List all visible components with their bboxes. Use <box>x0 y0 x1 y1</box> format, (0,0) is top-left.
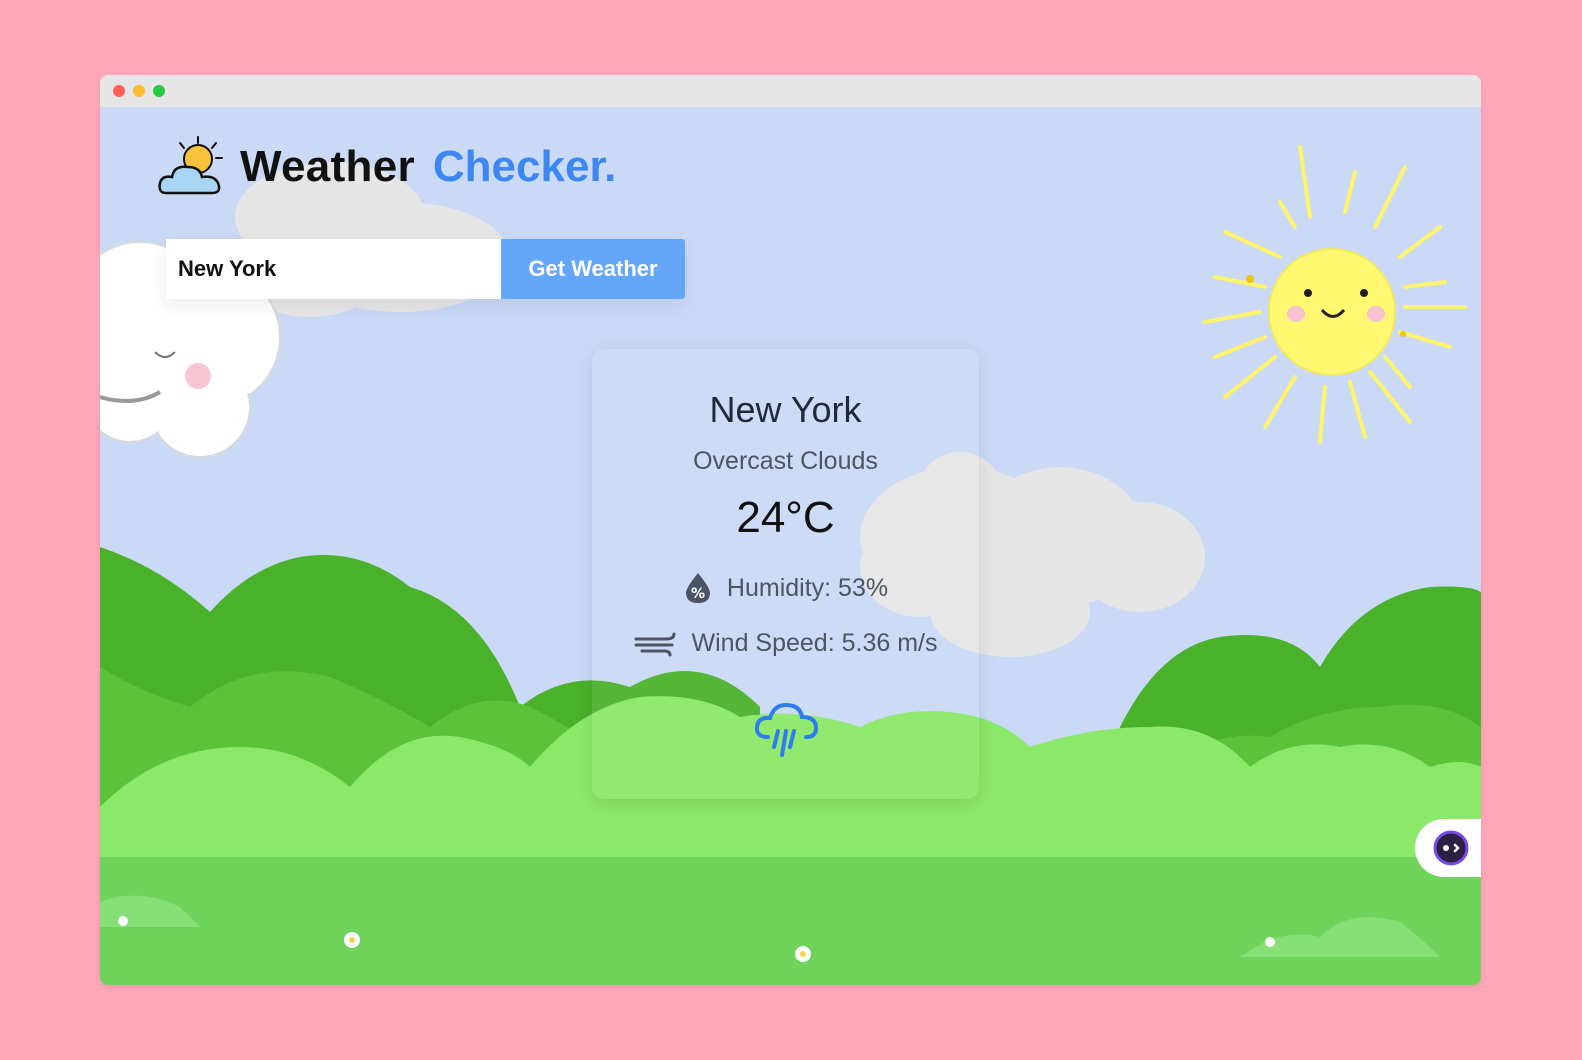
assistant-face-icon <box>1433 830 1469 866</box>
humidity-row: % Humidity: 53% <box>592 571 979 605</box>
app-title: Weather <box>240 142 415 191</box>
wind-row: Wind Speed: 5.36 m/s <box>592 629 979 658</box>
get-weather-button[interactable]: Get Weather <box>501 239 685 299</box>
humidity-text: Humidity: 53% <box>726 573 889 602</box>
minimize-window-button[interactable] <box>133 85 145 97</box>
browser-window: Weather Checker. Get Weather New York Ov… <box>100 75 1481 985</box>
close-window-button[interactable] <box>113 85 125 97</box>
app-logo: Weather Checker. <box>158 132 616 202</box>
weather-app: Weather Checker. Get Weather New York Ov… <box>100 107 1481 985</box>
search-bar: Get Weather <box>166 239 685 299</box>
rain-cloud-icon <box>754 702 818 757</box>
city-input[interactable] <box>166 239 501 299</box>
weather-description: Overcast Clouds <box>693 447 878 475</box>
chat-assistant-button[interactable] <box>1415 819 1481 877</box>
wind-text: Wind Speed: 5.36 m/s <box>691 629 938 657</box>
svg-text:%: % <box>691 586 705 602</box>
maximize-window-button[interactable] <box>153 85 165 97</box>
title-bar <box>100 75 1481 107</box>
partly-cloudy-icon <box>158 136 223 195</box>
wind-icon <box>634 632 676 656</box>
temperature: 24°C <box>736 493 835 542</box>
humidity-icon: % <box>685 573 710 603</box>
city-name: New York <box>709 389 862 430</box>
weather-card: New York Overcast Clouds 24°C % Humidity… <box>592 349 979 799</box>
app-title-accent: Checker. <box>432 142 617 191</box>
